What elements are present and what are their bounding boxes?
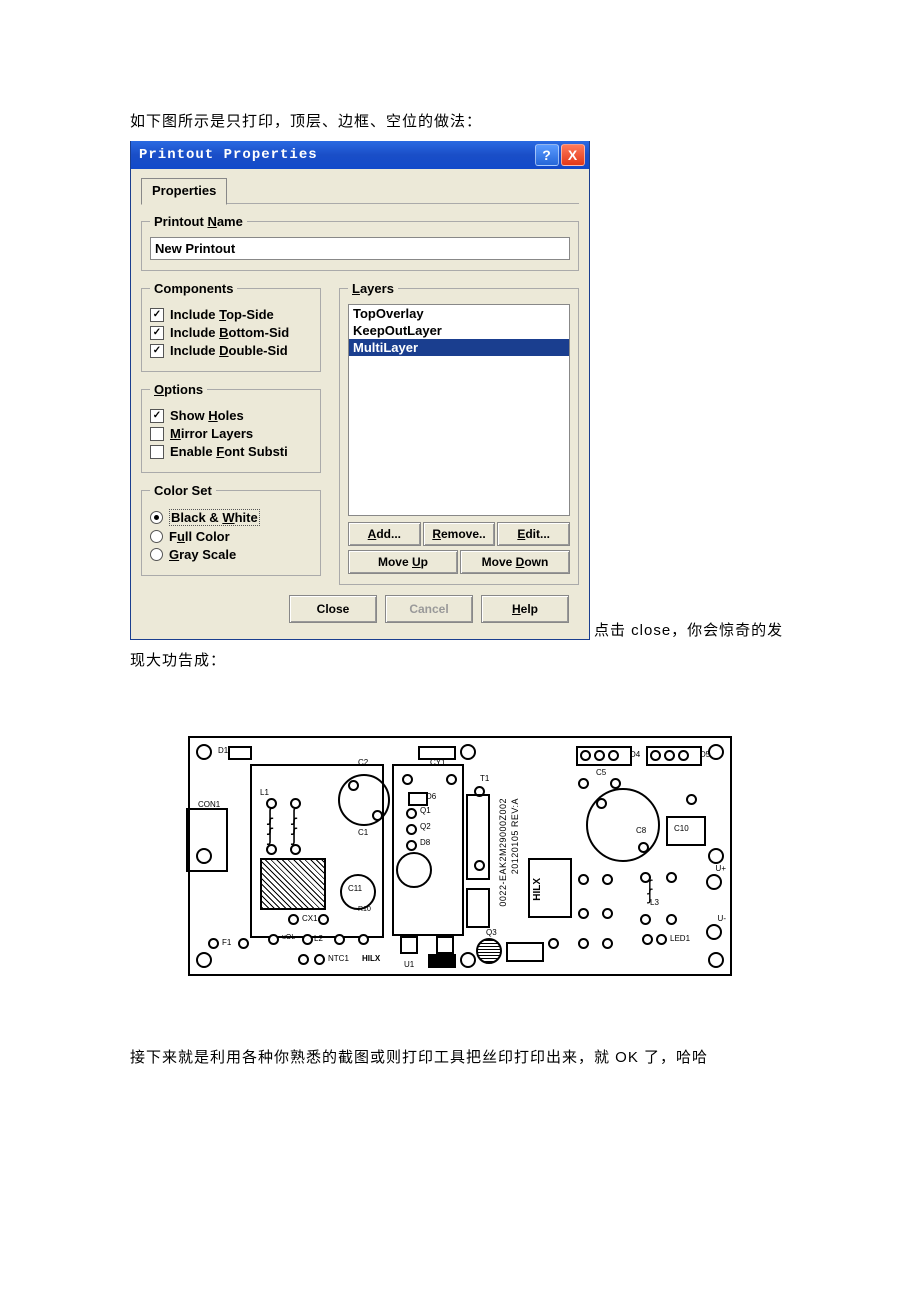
- add-button[interactable]: Add...: [348, 522, 421, 546]
- layers-group: Layers TopOverlay KeepOutLayer MultiLaye…: [339, 281, 579, 585]
- components-legend: Components: [150, 281, 237, 296]
- show-holes[interactable]: ✓Show Holes: [150, 408, 312, 423]
- layers-listbox[interactable]: TopOverlay KeepOutLayer MultiLayer: [348, 304, 570, 516]
- options-legend: Options: [150, 382, 207, 397]
- radio-gray-scale[interactable]: Gray Scale: [150, 547, 312, 562]
- after-dialog-text-2: 现大功告成：: [130, 646, 790, 676]
- close-icon[interactable]: X: [561, 144, 585, 166]
- components-group: Components ✓Include Top-Side ✓Include Bo…: [141, 281, 321, 372]
- edit-button[interactable]: Edit...: [497, 522, 570, 546]
- list-item[interactable]: TopOverlay: [349, 305, 569, 322]
- tab-properties[interactable]: Properties: [141, 178, 227, 205]
- color-set-group: Color Set Black & White Full Color Gray …: [141, 483, 321, 576]
- include-bottom-side[interactable]: ✓Include Bottom-Sid: [150, 325, 312, 340]
- dialog-title: Printout Properties: [139, 147, 535, 163]
- options-group: Options ✓Show Holes Mirror Layers Enable…: [141, 382, 321, 473]
- list-item[interactable]: MultiLayer: [349, 339, 569, 356]
- help-button[interactable]: Help: [481, 595, 569, 623]
- include-top-side[interactable]: ✓Include Top-Side: [150, 307, 312, 322]
- printout-name-input[interactable]: [150, 237, 570, 260]
- move-up-button[interactable]: Move Up: [348, 550, 458, 574]
- after-dialog-text-1: 点击 close，你会惊奇的发: [594, 619, 783, 640]
- color-set-legend: Color Set: [150, 483, 216, 498]
- enable-font-substi[interactable]: Enable Font Substi: [150, 444, 312, 459]
- list-item[interactable]: KeepOutLayer: [349, 322, 569, 339]
- include-double-side[interactable]: ✓Include Double-Sid: [150, 343, 312, 358]
- intro-text: 如下图所示是只打印，顶层、边框、空位的做法：: [130, 110, 790, 131]
- cancel-button: Cancel: [385, 595, 473, 623]
- pcb-diagram: CON1 D1 L1 ʃ ʃ ʃ ʃ ʃ ʃ C2 C1 C11 R10: [188, 736, 732, 976]
- printout-dialog: Printout Properties ? X Properties Print…: [130, 141, 590, 640]
- radio-full-color[interactable]: Full Color: [150, 529, 312, 544]
- titlebar: Printout Properties ? X: [131, 141, 589, 169]
- printout-name-legend: Printout Name: [150, 214, 247, 229]
- final-text: 接下来就是利用各种你熟悉的截图或则打印工具把丝印打印出来，就 OK 了，哈哈: [130, 1046, 790, 1067]
- help-icon[interactable]: ?: [535, 144, 559, 166]
- radio-black-white[interactable]: Black & White: [150, 509, 312, 526]
- printout-name-group: Printout Name: [141, 214, 579, 271]
- close-button[interactable]: Close: [289, 595, 377, 623]
- mirror-layers[interactable]: Mirror Layers: [150, 426, 312, 441]
- layers-legend: Layers: [348, 281, 398, 296]
- remove-button[interactable]: Remove..: [423, 522, 496, 546]
- move-down-button[interactable]: Move Down: [460, 550, 570, 574]
